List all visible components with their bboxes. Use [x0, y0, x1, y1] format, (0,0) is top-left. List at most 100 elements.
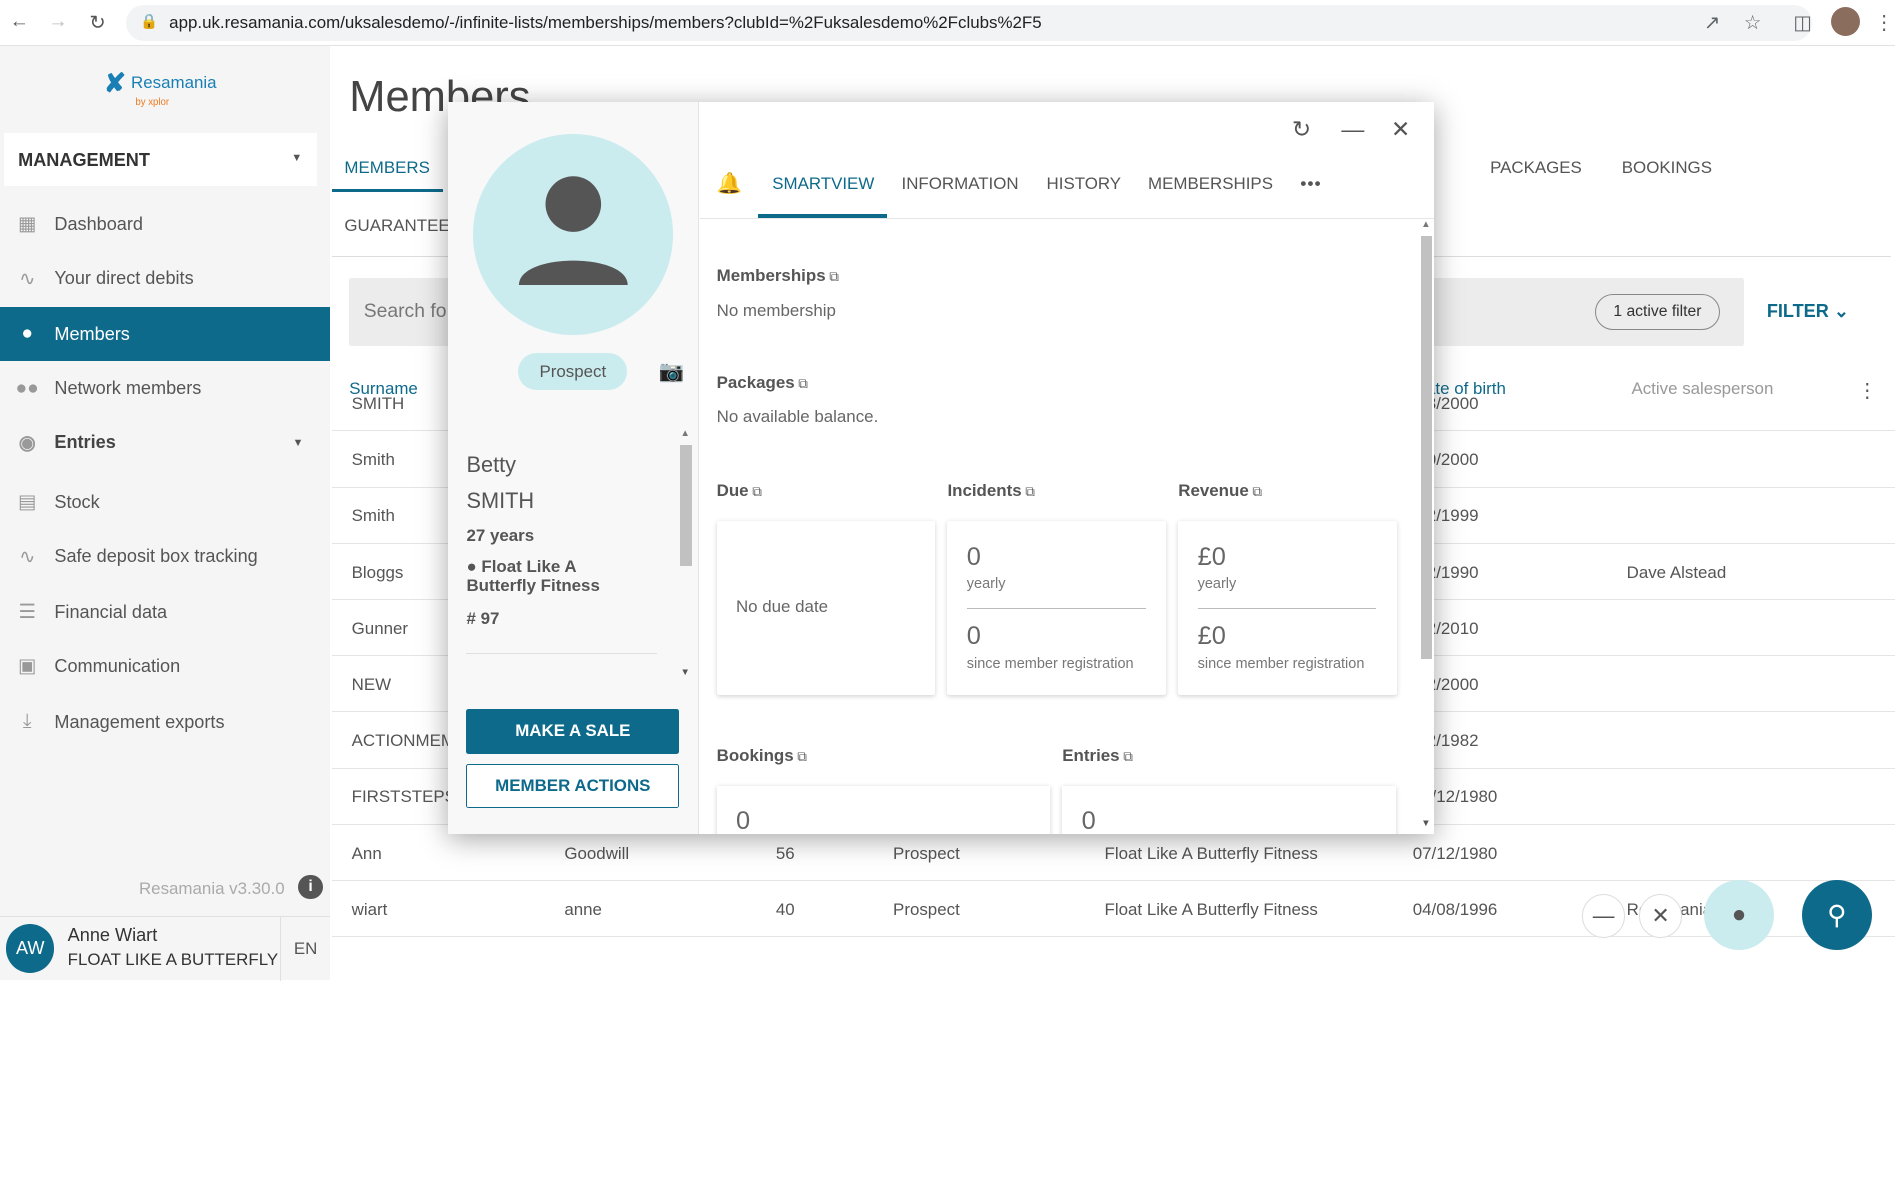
refresh-icon[interactable]: ↻: [1292, 116, 1311, 143]
download-box-icon: ▤: [18, 492, 37, 514]
logo-icon: ✘: [103, 67, 127, 98]
sidebar-item-entries[interactable]: ◉ Entries ▼: [0, 416, 330, 470]
minimize-fab[interactable]: —: [1581, 894, 1626, 938]
bell-icon[interactable]: 🔔: [717, 172, 743, 196]
info-icon[interactable]: i: [298, 874, 323, 900]
bookings-value: 0: [735, 807, 751, 834]
section-label: Due: [716, 480, 749, 500]
incidents-yearly: 0: [966, 542, 981, 571]
sidepanel-icon[interactable]: ◫: [1793, 11, 1811, 35]
star-icon[interactable]: ☆: [1744, 11, 1761, 35]
open-external-icon: ⧉: [752, 483, 762, 499]
brand-logo: ✘ Resamania by xplor: [103, 67, 217, 108]
tab-bookings[interactable]: BOOKINGS: [1622, 158, 1712, 178]
tab-history[interactable]: HISTORY: [1047, 174, 1122, 194]
sidebar-item-label: Dashboard: [54, 213, 143, 234]
entries-icon: ◉: [18, 432, 36, 454]
sidebar-item-financial-data[interactable]: ☰ Financial data: [0, 585, 330, 639]
forward-icon[interactable]: →: [48, 11, 67, 33]
sidebar-item-management-exports[interactable]: ⤓ Management exports: [0, 695, 330, 749]
bookings-card: 0: [716, 785, 1051, 834]
search-input[interactable]: Search fo: [364, 301, 447, 323]
sidebar-item-direct-debits[interactable]: ∿ Your direct debits: [0, 251, 330, 305]
tab-information[interactable]: INFORMATION: [902, 174, 1019, 194]
active-filter-chip[interactable]: 1 active filter: [1595, 293, 1720, 330]
sidebar-item-dashboard[interactable]: ▦ Dashboard: [0, 197, 330, 251]
tab-guarantee[interactable]: GUARANTEE: [344, 216, 449, 236]
profile-avatar[interactable]: [1830, 7, 1860, 37]
card-icon: ▣: [18, 656, 37, 678]
packages-section-title[interactable]: Packages ⧉: [717, 373, 808, 393]
section-label: Memberships: [716, 265, 826, 285]
sidebar-item-members[interactable]: ● Members: [0, 306, 330, 362]
member-age: 27 years: [466, 525, 535, 545]
section-label: Revenue: [1178, 480, 1249, 500]
due-card: No due date: [716, 520, 936, 695]
tab-packages[interactable]: PACKAGES: [1490, 158, 1582, 178]
tab-smartview[interactable]: SMARTVIEW: [772, 174, 874, 194]
sidebar-item-safe-deposit[interactable]: ∿ Safe deposit box tracking: [0, 529, 330, 583]
section-label: Incidents: [947, 480, 1022, 500]
cell-surname: Bloggs: [351, 562, 404, 582]
sidebar-item-label: Network members: [54, 378, 202, 399]
detail-scrollbar[interactable]: ▲ ▼: [1419, 219, 1435, 834]
more-horiz-icon[interactable]: •••: [1300, 174, 1321, 194]
member-last-name: SMITH: [466, 488, 535, 514]
memberships-section-title[interactable]: Memberships ⧉: [717, 266, 839, 286]
menu-icon[interactable]: ⋮: [1874, 11, 1893, 35]
browser-toolbar: ← → ↻ 🔒 app.uk.resamania.com/uksalesdemo…: [0, 0, 1895, 46]
cell-surname: Smith: [351, 506, 395, 526]
brand-sub: by xplor: [135, 96, 170, 108]
share-icon[interactable]: ↗: [1704, 11, 1720, 35]
language-switch[interactable]: EN: [280, 917, 330, 982]
cell-surname: Smith: [351, 450, 395, 470]
user-bar[interactable]: AW Anne Wiart FLOAT LIKE A BUTTERFLY FIT…: [0, 916, 330, 982]
back-icon[interactable]: ←: [10, 11, 29, 33]
tab-members[interactable]: MEMBERS: [344, 158, 429, 178]
member-avatar: [472, 134, 674, 335]
member-actions-button[interactable]: MEMBER ACTIONS: [466, 763, 680, 809]
bookings-section-title[interactable]: Bookings ⧉: [717, 746, 807, 766]
summary-scrollbar[interactable]: ▲ ▼: [678, 428, 695, 682]
make-sale-button[interactable]: MAKE A SALE: [466, 709, 680, 755]
brand-name: Resamania: [131, 73, 217, 93]
version-label: Resamania v3.30.0: [138, 878, 285, 898]
sidebar-item-stock[interactable]: ▤ Stock: [0, 475, 330, 529]
cell-club: Float Like A Butterfly Fitness: [1104, 899, 1318, 919]
member-fab[interactable]: ●: [1703, 879, 1775, 950]
sidebar-item-label: Safe deposit box tracking: [54, 546, 258, 566]
sidebar-item-communication[interactable]: ▣ Communication: [0, 639, 330, 693]
section-selector[interactable]: MANAGEMENT ▼: [3, 132, 317, 187]
cell-dob: 07/12/1980: [1412, 843, 1498, 863]
divider: [466, 652, 658, 654]
revenue-section-title[interactable]: Revenue ⧉: [1178, 481, 1262, 501]
sidebar-item-network-members[interactable]: ●● Network members: [0, 361, 330, 415]
user-name: Anne Wiart: [67, 925, 158, 946]
filter-button[interactable]: FILTER ⌄: [1767, 301, 1849, 322]
address-bar[interactable]: 🔒 app.uk.resamania.com/uksalesdemo/-/inf…: [125, 4, 1812, 42]
member-summary-panel: Prospect 📷 ▲ ▼ Betty SMITH 27 years ● Fl…: [448, 101, 699, 834]
close-icon[interactable]: ✕: [1391, 116, 1410, 143]
search-fab[interactable]: ⚲: [1801, 879, 1872, 950]
tab-memberships[interactable]: MEMBERSHIPS: [1148, 174, 1273, 194]
entries-value: 0: [1081, 807, 1096, 834]
incidents-section-title[interactable]: Incidents ⧉: [947, 481, 1034, 501]
open-external-icon: ⧉: [798, 376, 808, 392]
incidents-card: 0 yearly 0 since member registration: [947, 520, 1167, 695]
export-icon: ⤓: [22, 711, 32, 733]
reload-icon[interactable]: ↻: [89, 11, 105, 35]
close-fab[interactable]: ✕: [1638, 894, 1683, 938]
due-section-title[interactable]: Due ⧉: [717, 481, 762, 501]
minimize-icon[interactable]: —: [1341, 116, 1364, 143]
camera-icon[interactable]: 📷: [659, 360, 685, 384]
dashboard-icon: ▦: [18, 214, 37, 236]
user-avatar: AW: [6, 924, 55, 973]
cell-club: Float Like A Butterfly Fitness: [1104, 843, 1318, 863]
person-icon: [518, 176, 628, 286]
entries-section-title[interactable]: Entries ⧉: [1062, 746, 1132, 766]
cell-surname: FIRSTSTEPS: [351, 787, 456, 807]
sidebar: ✘ Resamania by xplor MANAGEMENT ▼ ▦ Dashb…: [0, 45, 330, 982]
open-external-icon: ⧉: [829, 268, 839, 284]
cell-status: Prospect: [893, 843, 960, 863]
sidebar-item-label: Stock: [54, 491, 100, 512]
